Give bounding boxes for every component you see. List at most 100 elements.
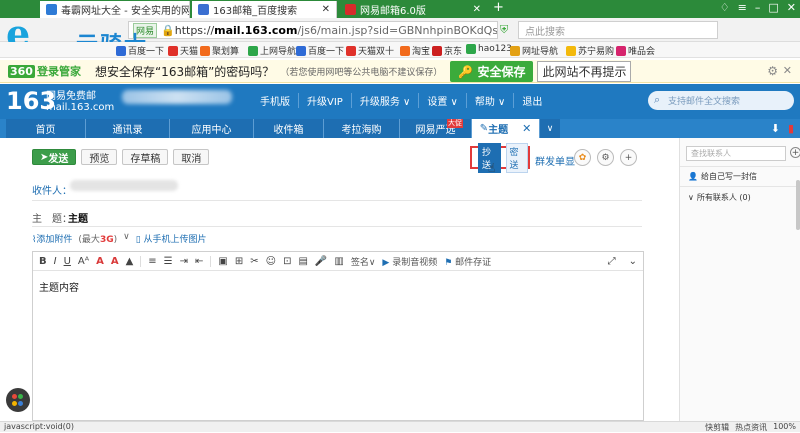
bookmark-item[interactable]: 网址导航 <box>510 44 558 57</box>
add-attachment-link[interactable]: ⌇添加附件 <box>32 232 72 245</box>
mobile-link[interactable]: 手机版 <box>252 93 298 108</box>
send-button[interactable]: ➤ 发送 <box>32 149 77 165</box>
bookmark-item[interactable]: 唯品会 <box>616 44 655 57</box>
mail-search-input[interactable]: ⌕ 支持邮件全文搜索 <box>648 91 794 110</box>
menu-icon[interactable]: ≡ <box>738 1 747 14</box>
lock-icon: 🔒 <box>161 23 175 37</box>
all-contacts-group[interactable]: ∨ 所有联系人 (0) <box>688 192 751 203</box>
hot-news-button[interactable]: 热点资讯 <box>735 422 767 433</box>
underline-icon[interactable]: U <box>64 256 71 267</box>
subject-input[interactable]: 主题 <box>68 210 88 225</box>
mouse-cursor-icon: ☝ <box>488 161 496 175</box>
bold-icon[interactable]: B <box>39 256 47 267</box>
bookmark-item[interactable]: 天猫双十 <box>346 44 394 57</box>
cancel-button[interactable]: 取消 <box>173 149 210 165</box>
shield-icon[interactable]: ⛨ <box>500 23 508 37</box>
upgrade-vip-link[interactable]: 升级VIP <box>298 93 351 108</box>
maximize-icon[interactable]: □ <box>768 1 778 14</box>
browser-search-input[interactable]: 点此搜索 <box>518 21 718 39</box>
signature-dropdown[interactable]: 签名∨ <box>351 255 376 268</box>
bookmark-item[interactable]: 淘宝 <box>400 44 430 57</box>
bookmark-item[interactable]: 百度一下 <box>116 44 164 57</box>
tab-compose[interactable]: ✎ 主题 ✕ <box>472 119 540 138</box>
tshirt-icon[interactable]: ♢ <box>720 1 730 14</box>
save-draft-button[interactable]: 存草稿 <box>122 149 169 165</box>
photo-icon[interactable]: ▤ <box>298 256 307 267</box>
chevron-down-icon[interactable]: ∨ <box>123 232 130 245</box>
bookmark-item[interactable]: 聚划算 <box>200 44 239 57</box>
highlight-color-icon[interactable]: A <box>111 256 119 267</box>
never-prompt-button[interactable]: 此网站不再提示 <box>537 60 632 82</box>
table-icon[interactable]: ⊞ <box>235 256 243 267</box>
close-icon[interactable]: ✕ <box>522 122 531 135</box>
tab-home[interactable]: 首页 <box>6 119 86 138</box>
collapse-toolbar-icon[interactable]: ⌄ <box>629 256 637 267</box>
outdent-icon[interactable]: ⇤ <box>195 256 203 267</box>
bcc-button[interactable]: 密送 <box>505 142 528 173</box>
bookmark-item[interactable]: hao123 <box>466 44 512 54</box>
screenshot-icon[interactable]: ✂ <box>250 256 258 267</box>
close-window-icon[interactable]: ✕ <box>787 1 796 14</box>
list-icon[interactable]: ☰ <box>164 256 173 267</box>
vip-icon <box>616 45 626 56</box>
tab-contacts[interactable]: 通讯录 <box>86 119 170 138</box>
bookmark-item[interactable]: 天猫 <box>168 44 198 57</box>
help-link[interactable]: 帮助 ∨ <box>465 93 514 108</box>
chevron-down-icon[interactable]: ∨ <box>540 119 560 138</box>
address-field[interactable]: 网易 🔒 https:// mail.163.com /js6/main.jsp… <box>128 21 498 39</box>
bookmark-item[interactable]: 百度一下 <box>296 44 344 57</box>
microphone-icon[interactable]: 🎤 <box>315 256 327 267</box>
tab-kaola[interactable]: 考拉海购 <box>324 119 400 138</box>
scrollbar[interactable] <box>796 180 800 230</box>
new-tab-button[interactable]: + <box>493 0 504 15</box>
close-icon[interactable]: ✕ <box>316 4 330 15</box>
link-icon[interactable]: ⊡ <box>283 256 291 267</box>
logout-link[interactable]: 退出 <box>513 93 550 108</box>
download-icon[interactable]: ⬇ <box>771 122 780 135</box>
chart-icon[interactable]: ▥ <box>334 256 343 267</box>
mail-evidence-button[interactable]: ⚑ 邮件存证 <box>444 255 491 268</box>
browser-tab-163mail[interactable]: 网易邮箱6.0版 ✕ <box>339 1 487 18</box>
contact-search-input[interactable]: 查找联系人 <box>686 146 786 161</box>
browser-tab-strip: 毒霸网址大全 - 安全实用的网址 ✕ 163邮箱_百度搜索 ✕ 网易邮箱6.0版… <box>0 0 800 18</box>
image-icon[interactable]: ▣ <box>218 256 227 267</box>
upgrade-service-link[interactable]: 升级服务 ∨ <box>350 93 419 108</box>
add-contact-icon[interactable]: + <box>620 149 637 166</box>
tab-yanxuan[interactable]: 网易严选 大促 <box>400 119 472 138</box>
record-av-button[interactable]: ▶ 录制音视频 <box>382 255 437 268</box>
tab-app-center[interactable]: 应用中心 <box>170 119 254 138</box>
browser-tab-duba[interactable]: 毒霸网址大全 - 安全实用的网址 ✕ <box>40 1 190 18</box>
bookmark-item[interactable]: 京东 <box>432 44 462 57</box>
zoom-level[interactable]: 100% <box>773 422 796 433</box>
align-icon[interactable]: ≡ <box>148 256 156 267</box>
font-size-icon[interactable]: Aᴬ <box>78 256 89 267</box>
safe-save-button[interactable]: 🔑 安全保存 <box>450 60 534 82</box>
recipients-label[interactable]: 收件人： <box>32 182 72 197</box>
close-icon[interactable]: ✕ <box>467 4 481 15</box>
bookmark-item[interactable]: 苏宁易购 <box>566 44 614 57</box>
minimize-icon[interactable]: – <box>755 1 761 14</box>
write-to-self-link[interactable]: 👤 给自己写一封信 <box>688 171 757 182</box>
expand-icon[interactable]: ⤢ <box>608 256 616 267</box>
apps-grid-icon[interactable] <box>6 388 30 412</box>
gear-icon[interactable]: ⚙ <box>597 149 614 166</box>
add-contact-button[interactable]: + <box>790 147 800 158</box>
bookmark-item[interactable]: 上网导航 <box>248 44 296 57</box>
font-color-icon[interactable]: A <box>96 256 104 267</box>
italic-icon[interactable]: I <box>54 256 57 267</box>
quick-edit-button[interactable]: 快剪辑 <box>705 422 729 433</box>
indent-icon[interactable]: ⇥ <box>180 256 188 267</box>
clear-format-icon[interactable]: ▲ <box>126 256 134 267</box>
tab-inbox[interactable]: 收件箱 <box>254 119 324 138</box>
stationery-icon[interactable]: ✿ <box>574 149 591 166</box>
mobile-upload-link[interactable]: ▯ 从手机上传图片 <box>136 232 207 245</box>
settings-link[interactable]: 设置 ∨ <box>418 93 466 108</box>
emoji-icon[interactable]: ☺ <box>266 256 276 267</box>
gear-icon[interactable]: ⚙ <box>767 64 778 78</box>
preview-button[interactable]: 预览 <box>81 149 118 165</box>
mail-body-text[interactable]: 主题内容 <box>33 271 643 302</box>
phone-icon[interactable]: ▮ <box>788 122 794 135</box>
group-send-link[interactable]: 群发单显 <box>535 153 575 168</box>
close-icon[interactable]: ✕ <box>783 64 792 77</box>
browser-tab-baidu[interactable]: 163邮箱_百度搜索 ✕ <box>192 1 337 18</box>
